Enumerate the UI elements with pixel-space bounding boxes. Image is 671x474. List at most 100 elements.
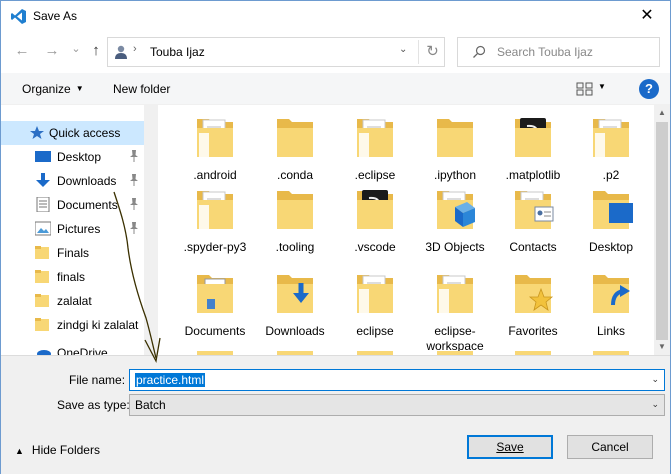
sidebar-item[interactable]: Finals bbox=[1, 241, 144, 265]
file-item-label: Links bbox=[596, 324, 625, 338]
sidebar-item[interactable]: Pictures bbox=[1, 217, 144, 241]
sidebar-item[interactable]: Desktop bbox=[1, 145, 144, 169]
file-name-field[interactable]: practice.html ⌄ bbox=[129, 369, 665, 391]
folder-icon bbox=[273, 185, 317, 231]
file-item-label: .eclipse bbox=[354, 168, 396, 182]
file-item-label: .ipython bbox=[433, 168, 477, 182]
folder-icon bbox=[35, 317, 51, 332]
search-input[interactable]: Search Touba Ijaz bbox=[497, 45, 593, 59]
sidebar-item[interactable]: OneDrive bbox=[1, 341, 144, 355]
navigation-pane: Quick access Desktop Downloads Documents Pic… bbox=[1, 105, 158, 355]
close-button[interactable]: ✕ bbox=[629, 4, 665, 28]
address-bar[interactable]: › Touba Ijaz ⌄ ↻ bbox=[107, 37, 445, 67]
folder-links-icon bbox=[589, 269, 633, 315]
back-button[interactable]: ← bbox=[11, 40, 33, 62]
navigation-pane-scrollbar[interactable] bbox=[144, 105, 158, 355]
sidebar-item[interactable]: Downloads bbox=[1, 169, 144, 193]
folder-desktop-icon bbox=[589, 185, 633, 231]
save-type-label: Save as type: bbox=[57, 398, 130, 412]
folder-3d-icon bbox=[433, 185, 477, 231]
file-item-label: Contacts bbox=[509, 240, 557, 254]
command-bar: Organize ▼ New folder ▼ ? bbox=[1, 73, 670, 105]
folder-black-icon bbox=[353, 185, 397, 231]
sidebar-item[interactable]: zalalat bbox=[1, 289, 144, 313]
file-item-label: 3D Objects bbox=[425, 240, 485, 254]
search-box[interactable]: Search Touba Ijaz bbox=[457, 37, 660, 67]
organize-label: Organize bbox=[22, 82, 71, 96]
pin-icon[interactable] bbox=[129, 174, 139, 186]
file-item-label: .tooling bbox=[275, 240, 315, 254]
file-item-label: .vscode bbox=[354, 240, 396, 254]
sidebar-item-label: Finals bbox=[57, 246, 90, 260]
new-folder-button[interactable]: New folder bbox=[113, 82, 170, 96]
file-item-label: Downloads bbox=[265, 324, 325, 338]
folder-star-icon bbox=[511, 269, 555, 315]
scroll-down-icon[interactable]: ▼ bbox=[654, 339, 670, 355]
sidebar-item[interactable]: Documents bbox=[1, 193, 144, 217]
address-dropdown-icon[interactable]: ⌄ bbox=[399, 44, 407, 55]
folder-icon bbox=[35, 245, 51, 260]
navigation-bar: ← → ⌄ ↑ › Touba Ijaz ⌄ ↻ Search Touba Ij… bbox=[1, 32, 670, 70]
help-icon[interactable]: ? bbox=[639, 79, 659, 99]
folder-downloads-icon bbox=[273, 269, 317, 315]
forward-button[interactable]: → bbox=[41, 40, 63, 62]
documents-icon bbox=[35, 196, 51, 213]
file-list-scrollbar[interactable]: ▲ ▼ bbox=[654, 105, 670, 355]
save-type-select[interactable]: Batch ⌄ bbox=[129, 394, 665, 416]
view-caret-icon[interactable]: ▼ bbox=[598, 82, 606, 91]
sidebar-item-label: zalalat bbox=[57, 294, 92, 308]
vscode-icon bbox=[11, 9, 26, 24]
pin-icon[interactable] bbox=[129, 198, 139, 210]
sidebar-item-label: OneDrive bbox=[57, 346, 108, 355]
pin-icon[interactable] bbox=[129, 222, 139, 234]
user-icon bbox=[115, 45, 127, 59]
pin-icon[interactable] bbox=[129, 150, 139, 162]
recent-locations-button[interactable]: ⌄ bbox=[65, 38, 87, 60]
sidebar-item-label: finals bbox=[57, 270, 86, 284]
file-item-label: .p2 bbox=[602, 168, 620, 182]
organize-button[interactable]: Organize ▼ bbox=[22, 82, 84, 96]
view-options-icon[interactable] bbox=[576, 81, 594, 97]
file-item-label: Favorites bbox=[508, 324, 558, 338]
sidebar-item-label: Quick access bbox=[49, 126, 121, 140]
caret-down-icon: ▼ bbox=[75, 84, 84, 93]
onedrive-icon bbox=[35, 345, 51, 355]
file-item-label: Documents bbox=[184, 324, 246, 338]
search-icon bbox=[473, 45, 486, 58]
file-item-label: eclipse-workspace bbox=[426, 324, 484, 353]
file-list: .android .conda .eclipse .ipython .matplotli… bbox=[159, 105, 654, 355]
title-bar: Save As ✕ bbox=[1, 1, 670, 31]
save-type-value[interactable]: Batch bbox=[135, 398, 166, 412]
sidebar-item-label: Desktop bbox=[57, 150, 102, 164]
folder-doc-icon bbox=[353, 269, 397, 315]
refresh-button[interactable]: ↻ bbox=[418, 40, 446, 64]
save-button[interactable]: Save bbox=[467, 435, 553, 459]
cancel-button[interactable]: Cancel bbox=[567, 435, 653, 459]
caret-up-icon: ▲ bbox=[15, 446, 24, 456]
file-item-label: .android bbox=[193, 168, 237, 182]
sidebar-item-label: Documents bbox=[57, 198, 118, 212]
file-item-label: Desktop bbox=[588, 240, 634, 254]
scroll-thumb[interactable] bbox=[656, 122, 668, 340]
scroll-up-icon[interactable]: ▲ bbox=[654, 105, 670, 121]
pictures-icon bbox=[34, 221, 52, 236]
file-name-value[interactable]: practice.html bbox=[135, 373, 206, 387]
address-path[interactable]: Touba Ijaz bbox=[150, 45, 205, 59]
address-separator[interactable]: › bbox=[133, 43, 137, 55]
file-item-label: .matplotlib bbox=[505, 168, 561, 182]
folder-documents-icon bbox=[193, 269, 237, 315]
sidebar-item[interactable]: Quick access bbox=[1, 121, 144, 145]
save-as-dialog: Save As ✕ ← → ⌄ ↑ › Touba Ijaz ⌄ ↻ Searc… bbox=[0, 0, 671, 474]
sidebar-item[interactable]: zindgi ki zalalat bbox=[1, 313, 144, 337]
hide-folders-button[interactable]: ▲ Hide Folders bbox=[15, 443, 100, 457]
folder-doc-icon bbox=[433, 269, 477, 315]
chevron-down-icon[interactable]: ⌄ bbox=[651, 374, 659, 385]
up-button[interactable]: ↑ bbox=[85, 40, 107, 62]
sidebar-item-label: Pictures bbox=[57, 222, 101, 236]
save-label: Save bbox=[496, 440, 524, 454]
sidebar-item[interactable]: finals bbox=[1, 265, 144, 289]
folder-doc-icon bbox=[589, 113, 633, 159]
folder-doc-icon bbox=[193, 113, 237, 159]
file-name-label: File name: bbox=[69, 373, 126, 387]
chevron-down-icon[interactable]: ⌄ bbox=[651, 399, 659, 410]
